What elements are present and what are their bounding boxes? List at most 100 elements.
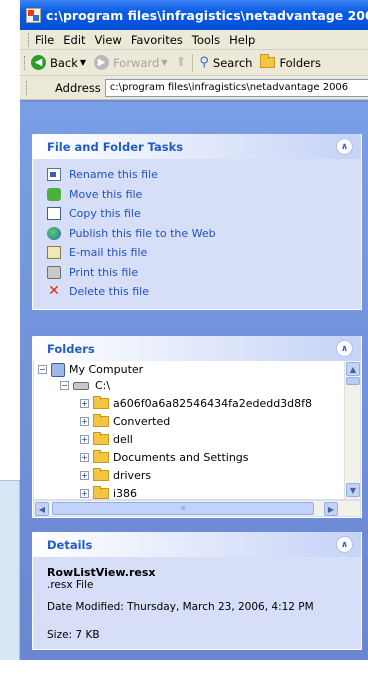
tree-item-label[interactable]: Documents and Settings xyxy=(113,451,249,464)
task-label: Print this file xyxy=(69,265,139,279)
details-panel-header[interactable]: Details ∧ xyxy=(33,532,361,557)
scroll-left-button[interactable]: ◀ xyxy=(35,502,49,516)
menu-view[interactable]: View xyxy=(95,33,122,47)
tree-item[interactable]: + i386 xyxy=(80,485,137,499)
menu-help[interactable]: Help xyxy=(229,33,255,47)
menu-tools[interactable]: Tools xyxy=(192,33,220,47)
tree-item[interactable]: + Documents and Settings xyxy=(80,449,249,466)
publish-icon xyxy=(47,226,61,240)
forward-button[interactable]: ▶ Forward ▼ xyxy=(94,55,167,70)
task-copy[interactable]: Copy this file xyxy=(47,204,361,224)
tree-item-label[interactable]: a606f0a6a82546434fa2ededd3d8f8 xyxy=(113,397,312,410)
my-computer-icon xyxy=(51,362,65,377)
back-button[interactable]: ◀ Back ▼ xyxy=(31,55,86,70)
folders-panel: Folders ∧ − My Computer − C:\ + a606f0a6 xyxy=(32,336,362,518)
task-label: E-mail this file xyxy=(69,246,148,260)
tree-item[interactable]: + dell xyxy=(80,431,133,448)
tasks-panel-header[interactable]: File and Folder Tasks ∧ xyxy=(33,134,361,159)
vertical-scroll-thumb[interactable] xyxy=(346,377,360,385)
tree-item[interactable]: + Converted xyxy=(80,413,170,430)
chevron-up-icon[interactable]: ∧ xyxy=(336,340,353,357)
folder-icon xyxy=(93,432,109,445)
expand-toggle[interactable]: + xyxy=(80,471,89,480)
up-folder-icon[interactable]: ⬆ xyxy=(175,55,186,70)
task-rename[interactable]: Rename this file xyxy=(47,165,361,185)
tree-item-label[interactable]: C:\ xyxy=(95,379,110,392)
date-modified: Date Modified: Thursday, March 23, 2006,… xyxy=(47,601,314,613)
task-publish[interactable]: Publish this file to the Web xyxy=(47,224,361,244)
chevron-down-icon[interactable]: ▼ xyxy=(161,58,167,67)
toolbar-separator xyxy=(192,53,194,72)
tree-item[interactable]: + a606f0a6a82546434fa2ededd3d8f8 xyxy=(80,395,312,412)
email-icon xyxy=(47,246,61,260)
tree-item[interactable]: + drivers xyxy=(80,467,151,484)
rename-icon xyxy=(47,168,61,182)
drive-icon xyxy=(73,381,89,390)
task-print[interactable]: Print this file xyxy=(47,263,361,283)
tree-item-label[interactable]: drivers xyxy=(113,469,151,482)
folder-icon xyxy=(260,54,276,68)
window-app-icon[interactable] xyxy=(26,7,41,23)
expand-toggle[interactable]: + xyxy=(80,489,89,498)
collapse-toggle[interactable]: − xyxy=(38,365,47,374)
toolbar-grip[interactable] xyxy=(24,55,27,70)
chevron-up-icon[interactable]: ∧ xyxy=(336,536,353,553)
file-name: RowListView.resx xyxy=(47,566,156,579)
address-label: Address xyxy=(55,80,101,95)
task-label: Rename this file xyxy=(69,168,158,182)
task-label: Publish this file to the Web xyxy=(69,226,216,240)
tree-item[interactable]: − My Computer xyxy=(38,361,143,378)
folder-icon xyxy=(93,414,109,427)
menu-grip[interactable] xyxy=(28,32,31,47)
tree-item-label[interactable]: dell xyxy=(113,433,133,446)
menu-file[interactable]: File xyxy=(35,33,54,47)
details-panel-title: Details xyxy=(47,537,93,552)
collapse-toggle[interactable]: − xyxy=(60,381,69,390)
search-label: Search xyxy=(212,55,253,70)
delete-icon: ✕ xyxy=(48,283,60,300)
search-icon: ⚲ xyxy=(199,55,209,70)
address-input[interactable]: c:\program files\infragistics\netadvanta… xyxy=(104,78,368,97)
menu-favorites[interactable]: Favorites xyxy=(131,33,183,47)
search-button[interactable]: ⚲ Search xyxy=(199,55,252,70)
forward-label: Forward xyxy=(113,55,160,70)
scroll-up-button[interactable]: ▲ xyxy=(346,362,360,376)
window-title: c:\program files\infragistics\netadvanta… xyxy=(46,7,368,23)
expand-toggle[interactable]: + xyxy=(80,453,89,462)
folders-panel-title: Folders xyxy=(47,341,95,356)
expand-toggle[interactable]: + xyxy=(80,435,89,444)
explorer-window: c:\program files\infragistics\netadvanta… xyxy=(20,0,368,660)
tree-item[interactable]: − C:\ xyxy=(60,377,110,394)
background-window-edge xyxy=(0,480,20,660)
scroll-right-button[interactable]: ▶ xyxy=(324,502,338,516)
horizontal-scrollbar[interactable]: ◀ ≡ ▶ xyxy=(34,500,360,516)
address-grip[interactable] xyxy=(26,80,29,95)
tree-item-label[interactable]: Converted xyxy=(113,415,170,428)
tree-item-label[interactable]: My Computer xyxy=(69,363,143,376)
task-move[interactable]: Move this file xyxy=(47,185,361,205)
folders-button[interactable]: Folders xyxy=(260,54,321,70)
chevron-down-icon[interactable]: ▼ xyxy=(80,58,86,67)
folder-icon xyxy=(93,396,109,409)
file-type: .resx File xyxy=(47,579,94,591)
expand-toggle[interactable]: + xyxy=(80,417,89,426)
forward-arrow-icon: ▶ xyxy=(94,55,110,70)
horizontal-scroll-thumb[interactable]: ≡ xyxy=(52,502,314,515)
title-bar[interactable]: c:\program files\infragistics\netadvanta… xyxy=(20,0,368,30)
menu-bar: File Edit View Favorites Tools Help xyxy=(20,30,368,50)
task-email[interactable]: E-mail this file xyxy=(47,243,361,263)
folders-label: Folders xyxy=(279,55,321,70)
chevron-up-icon[interactable]: ∧ xyxy=(336,138,353,155)
menu-edit[interactable]: Edit xyxy=(63,33,85,47)
folder-icon xyxy=(93,450,109,463)
print-icon xyxy=(47,265,61,279)
folders-panel-header[interactable]: Folders ∧ xyxy=(33,336,361,361)
tasks-panel: File and Folder Tasks ∧ Rename this file… xyxy=(32,134,362,310)
expand-toggle[interactable]: + xyxy=(80,399,89,408)
task-label: Move this file xyxy=(69,187,143,201)
tree-item-label[interactable]: i386 xyxy=(113,487,137,499)
vertical-scrollbar[interactable]: ▲ ▼ xyxy=(344,361,360,499)
task-delete[interactable]: ✕ Delete this file xyxy=(47,282,361,302)
scroll-down-button[interactable]: ▼ xyxy=(346,483,360,497)
task-pane: File and Folder Tasks ∧ Rename this file… xyxy=(20,102,368,660)
